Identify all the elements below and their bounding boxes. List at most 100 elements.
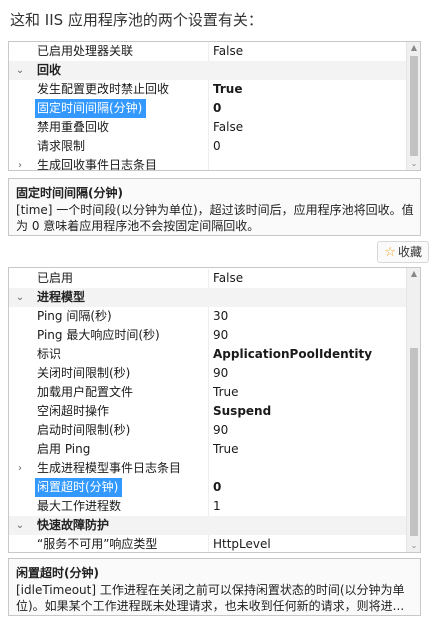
- property-value[interactable]: 90: [211, 421, 228, 440]
- scroll-up-icon[interactable]: ▲: [407, 268, 420, 280]
- property-value[interactable]: HttpLevel: [211, 535, 271, 552]
- column-divider: [208, 137, 209, 156]
- category-row[interactable]: ⌄ 回收: [9, 61, 407, 80]
- column-divider: [208, 478, 209, 497]
- property-description-panel: 固定时间间隔(分钟) [time] 一个时间段(以分钟为单位)，超过该时间后，应…: [8, 178, 421, 236]
- property-row[interactable]: 启动时间限制(秒) 90: [9, 421, 407, 440]
- column-divider: [208, 440, 209, 459]
- property-value[interactable]: True: [211, 80, 242, 99]
- property-name: 加载用户配置文件: [37, 385, 134, 399]
- description-title: 闲置超时(分钟): [16, 566, 99, 580]
- property-row[interactable]: 请求限制 0: [9, 137, 407, 156]
- property-value[interactable]: 0: [211, 478, 221, 497]
- column-divider: [208, 42, 209, 61]
- column-divider: [208, 459, 209, 478]
- property-row[interactable]: 最大工作进程数 1: [9, 497, 407, 516]
- property-value[interactable]: [211, 156, 213, 170]
- property-value[interactable]: False: [211, 118, 243, 137]
- property-name: 启用 Ping: [37, 442, 91, 456]
- favorite-label: 收藏: [397, 245, 422, 259]
- property-value[interactable]: 0: [211, 99, 221, 118]
- column-divider: [208, 383, 209, 402]
- property-value[interactable]: True: [211, 440, 239, 459]
- property-name: 请求限制: [37, 139, 86, 153]
- property-name: 最大工作进程数: [37, 499, 122, 513]
- property-grid-recycling[interactable]: 已启用处理器关联 False ⌄ 回收 发生配置更改时禁止回收 True 固定时间间隔(分钟…: [8, 41, 421, 171]
- property-row[interactable]: 禁用重叠回收 False: [9, 118, 407, 137]
- property-value[interactable]: 30: [211, 307, 228, 326]
- property-name: “服务不可用”响应类型: [37, 537, 158, 551]
- scrollbar-thumb[interactable]: [410, 348, 418, 536]
- property-row[interactable]: 关闭时间限制(秒) 90: [9, 364, 407, 383]
- collapse-chevron-icon[interactable]: ⌄: [15, 516, 25, 535]
- category-label: 回收: [37, 63, 62, 77]
- column-divider: [208, 99, 209, 118]
- column-divider: [208, 421, 209, 440]
- column-divider: [208, 118, 209, 137]
- property-description-panel: 闲置超时(分钟) [idleTimeout] 工作进程在关闭之前可以保持闲置状态…: [8, 558, 421, 616]
- property-row[interactable]: Ping 间隔(秒) 30: [9, 307, 407, 326]
- category-label: 快速故障防护: [37, 518, 110, 532]
- scroll-up-icon[interactable]: ▲: [407, 42, 420, 54]
- column-divider: [208, 497, 209, 516]
- property-name: 发生配置更改时禁止回收: [37, 82, 170, 96]
- property-row[interactable]: 加载用户配置文件 True: [9, 383, 407, 402]
- property-row[interactable]: 固定时间间隔(分钟) 0: [9, 99, 407, 118]
- property-row[interactable]: 已启用处理器关联 False: [9, 42, 407, 61]
- property-row[interactable]: 闲置超时(分钟) 0: [9, 478, 407, 497]
- property-name: 生成回收事件日志条目: [37, 158, 158, 171]
- property-name: 闲置超时(分钟): [35, 478, 123, 497]
- property-name: 固定时间间隔(分钟): [35, 99, 147, 118]
- property-value[interactable]: ApplicationPoolIdentity: [211, 345, 372, 364]
- column-divider: [208, 535, 209, 552]
- scrollbar-thumb[interactable]: [410, 56, 418, 156]
- property-value[interactable]: 90: [211, 326, 228, 345]
- expand-chevron-icon[interactable]: ›: [15, 156, 25, 170]
- property-grid-process-model[interactable]: 已启用 False ⌄ 进程模型 Ping 间隔(秒) 30 Ping 最大响应时间(秒) 9…: [8, 267, 421, 553]
- description-title: 固定时间间隔(分钟): [16, 186, 123, 200]
- property-row[interactable]: Ping 最大响应时间(秒) 90: [9, 326, 407, 345]
- property-name: 关闭时间限制(秒): [37, 366, 131, 380]
- property-row[interactable]: 发生配置更改时禁止回收 True: [9, 80, 407, 99]
- property-value[interactable]: Suspend: [211, 402, 271, 421]
- property-row[interactable]: 启用 Ping True: [9, 440, 407, 459]
- property-value[interactable]: False: [211, 269, 243, 288]
- property-row[interactable]: 已启用 False: [9, 269, 407, 288]
- column-divider: [208, 402, 209, 421]
- property-name: 启动时间限制(秒): [37, 423, 131, 437]
- property-value[interactable]: False: [211, 42, 243, 61]
- property-value[interactable]: 90: [211, 364, 228, 383]
- column-divider: [208, 345, 209, 364]
- category-label: 进程模型: [37, 290, 86, 304]
- property-name: 空闲超时操作: [37, 404, 110, 418]
- column-divider: [208, 269, 209, 288]
- description-text: [time] 一个时间段(以分钟为单位)，超过该时间后，应用程序池将回收。值为 …: [16, 203, 414, 233]
- property-value[interactable]: 1: [211, 497, 221, 516]
- property-name: Ping 间隔(秒): [37, 309, 112, 323]
- property-row[interactable]: 空闲超时操作 Suspend: [9, 402, 407, 421]
- property-name: Ping 最大响应时间(秒): [37, 328, 160, 342]
- vertical-scrollbar[interactable]: ▲ ⌄: [406, 42, 420, 170]
- expand-chevron-icon[interactable]: ›: [15, 459, 25, 478]
- property-name: 已启用处理器关联: [37, 44, 134, 58]
- property-row[interactable]: › 生成回收事件日志条目: [9, 156, 407, 171]
- property-value[interactable]: 0: [211, 137, 221, 156]
- column-divider: [208, 156, 209, 170]
- property-row[interactable]: “服务不可用”响应类型 HttpLevel: [9, 535, 407, 552]
- property-row[interactable]: 标识 ApplicationPoolIdentity: [9, 345, 407, 364]
- category-row[interactable]: ⌄ 快速故障防护: [9, 516, 407, 535]
- column-divider: [208, 307, 209, 326]
- category-row[interactable]: ⌄ 进程模型: [9, 288, 407, 307]
- favorite-button[interactable]: ☆ 收藏: [377, 241, 429, 263]
- scroll-down-icon[interactable]: ⌄: [407, 540, 420, 552]
- collapse-chevron-icon[interactable]: ⌄: [15, 288, 25, 307]
- scroll-down-icon[interactable]: ⌄: [407, 158, 420, 170]
- property-row[interactable]: › 生成进程模型事件日志条目: [9, 459, 407, 478]
- column-divider: [208, 80, 209, 99]
- property-value[interactable]: True: [211, 383, 239, 402]
- vertical-scrollbar[interactable]: ▲ ⌄: [406, 268, 420, 552]
- property-value[interactable]: [211, 459, 213, 478]
- property-name: 生成进程模型事件日志条目: [37, 461, 182, 475]
- column-divider: [208, 364, 209, 383]
- collapse-chevron-icon[interactable]: ⌄: [15, 61, 25, 80]
